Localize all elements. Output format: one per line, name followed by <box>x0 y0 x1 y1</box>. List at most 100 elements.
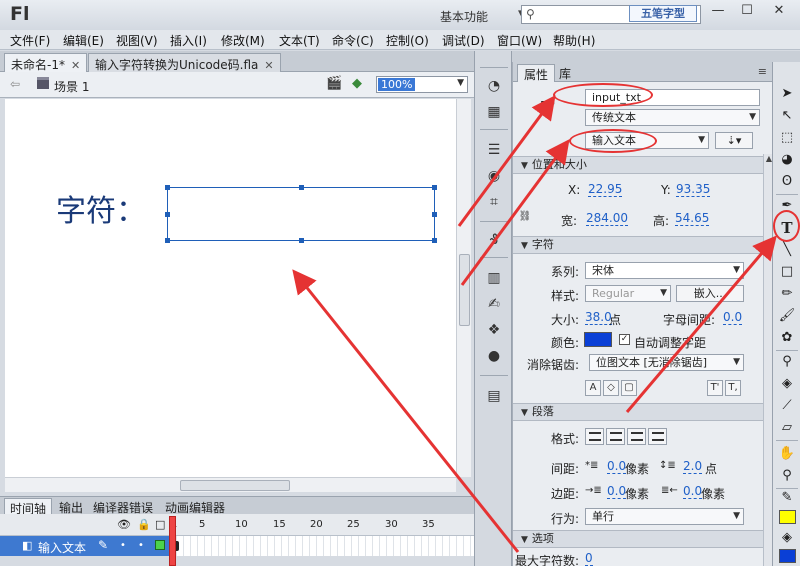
anti-alias-select[interactable]: 位图文本 [无消除锯齿] ▼ <box>589 354 744 371</box>
fill-color-icon[interactable]: ◈ <box>777 528 797 548</box>
text-color-swatch[interactable] <box>584 332 612 347</box>
color-panel-icon[interactable]: ◔ <box>485 77 503 95</box>
link-constrain-icon[interactable]: ⛓ <box>517 210 533 226</box>
panel-menu-icon[interactable]: ≡ <box>758 65 767 78</box>
resize-handle[interactable] <box>165 185 170 190</box>
deco-tool-icon[interactable]: ✿ <box>777 328 797 348</box>
eye-icon[interactable]: 👁 <box>117 518 131 531</box>
subselection-tool-icon[interactable]: ↖ <box>777 106 797 126</box>
menu-file[interactable]: 文件(F) <box>10 32 50 49</box>
resize-handle[interactable] <box>299 185 304 190</box>
options-section[interactable]: ▼ 选项 <box>513 530 763 548</box>
input-text-field[interactable] <box>165 185 437 243</box>
swatches-panel-icon[interactable]: ▦ <box>485 103 503 121</box>
minimize-button[interactable]: — <box>704 1 732 21</box>
layer-name[interactable]: 输入文本 <box>38 539 86 556</box>
close-icon[interactable]: ✕ <box>264 59 273 72</box>
components-panel-icon[interactable]: ❖ <box>485 321 503 339</box>
letter-spacing-value[interactable]: 0.0 <box>723 311 743 325</box>
align-justify-button[interactable] <box>648 428 667 445</box>
resize-handle[interactable] <box>299 238 304 243</box>
tab-unicode-fla[interactable]: 输入字符转换为Unicode码.fla ✕ <box>88 53 281 72</box>
transform-panel-icon[interactable]: ⌗ <box>485 193 503 211</box>
project-panel-icon[interactable]: ▤ <box>485 387 503 405</box>
menu-help[interactable]: 帮助(H) <box>553 32 595 49</box>
zoom-tool-icon[interactable]: ⚲ <box>777 466 797 486</box>
resize-handle[interactable] <box>165 212 170 217</box>
tab-library[interactable]: 库 <box>553 64 577 82</box>
eraser-tool-icon[interactable]: ▱ <box>777 418 797 438</box>
frame-cells[interactable] <box>170 536 474 556</box>
align-left-button[interactable] <box>585 428 604 445</box>
render-html-icon[interactable]: ◇ <box>603 380 619 396</box>
layer-cell[interactable]: ◧ 输入文本 ✎ • • <box>0 536 170 556</box>
stage-vertical-scrollbar[interactable] <box>456 99 471 477</box>
selection-tool-icon[interactable]: ➤ <box>777 84 797 104</box>
3d-rotation-tool-icon[interactable]: ◕ <box>777 150 797 170</box>
superscript-icon[interactable]: T' <box>707 380 723 396</box>
maximize-button[interactable]: ☐ <box>733 1 761 21</box>
menu-commands[interactable]: 命令(C) <box>332 32 374 49</box>
stroke-color-swatch[interactable] <box>779 510 796 524</box>
edit-scene-icon[interactable]: 🎬 <box>326 76 342 91</box>
line-tool-icon[interactable]: ╲ <box>777 240 797 260</box>
auto-kern-checkbox[interactable]: ✓ <box>619 334 630 345</box>
stage-static-text[interactable]: 字符： <box>56 186 146 230</box>
character-section[interactable]: ▼ 字符 <box>513 236 763 254</box>
bone-tool-icon[interactable]: ⚲ <box>777 352 797 372</box>
menu-insert[interactable]: 插入(I) <box>170 32 207 49</box>
indent-value[interactable]: 0.0 <box>607 460 627 474</box>
menu-view[interactable]: 视图(V) <box>116 32 158 49</box>
menu-window[interactable]: 窗口(W) <box>497 32 542 49</box>
tab-untitled[interactable]: 未命名-1* ✕ <box>4 53 88 72</box>
timeline-layer-row[interactable]: ◧ 输入文本 ✎ • • <box>0 536 474 556</box>
workspace-switcher[interactable]: 基本功能 <box>440 8 488 25</box>
menu-debug[interactable]: 调试(D) <box>442 32 485 49</box>
font-style-select[interactable]: Regular ▼ <box>585 285 671 302</box>
behavior-select[interactable]: 单行 ▼ <box>585 508 744 525</box>
library-panel-icon[interactable]: ▥ <box>485 269 503 287</box>
tab-motion-editor[interactable]: 动画编辑器 <box>160 498 230 515</box>
playhead[interactable] <box>169 516 176 566</box>
lasso-tool-icon[interactable]: ʘ <box>777 172 797 192</box>
tab-timeline[interactable]: 时间轴 <box>4 498 53 516</box>
eyedropper-tool-icon[interactable]: ⟋ <box>777 396 797 416</box>
stroke-color-icon[interactable]: ✎ <box>777 488 797 508</box>
scene-label[interactable]: 场景 1 <box>54 78 89 95</box>
scrollbar-thumb[interactable] <box>459 254 470 326</box>
resize-handle[interactable] <box>432 212 437 217</box>
hand-tool-icon[interactable]: ✋ <box>777 444 797 464</box>
pencil-tool-icon[interactable]: ✏ <box>777 284 797 304</box>
close-icon[interactable]: ✕ <box>71 59 80 72</box>
text-orientation-button[interactable]: ⇣▾ <box>715 132 753 149</box>
stage-canvas[interactable]: 字符： <box>5 99 456 477</box>
close-button[interactable]: ✕ <box>764 1 794 21</box>
text-engine-select[interactable]: 传统文本 ▼ <box>585 109 760 126</box>
right-margin-value[interactable]: 0.0 <box>683 485 703 499</box>
align-center-button[interactable] <box>606 428 625 445</box>
visibility-dot[interactable]: • <box>120 540 126 551</box>
brush-tool-icon[interactable]: 🖌 <box>777 306 797 326</box>
info-panel-icon[interactable]: ◉ <box>485 167 503 185</box>
motion-presets-icon[interactable]: ● <box>485 347 503 365</box>
lock-dot[interactable]: • <box>138 540 144 551</box>
align-panel-icon[interactable]: ☰ <box>485 141 503 159</box>
fill-color-swatch[interactable] <box>779 549 796 563</box>
menu-text[interactable]: 文本(T) <box>279 32 320 49</box>
size-value[interactable]: 38.0 <box>585 311 612 325</box>
lock-icon[interactable]: 🔒 <box>137 518 151 531</box>
menu-edit[interactable]: 编辑(E) <box>63 32 104 49</box>
subscript-icon[interactable]: T, <box>725 380 741 396</box>
x-value[interactable]: 22.95 <box>588 183 623 197</box>
paragraph-section[interactable]: ▼ 段落 <box>513 403 763 421</box>
tab-compiler-errors[interactable]: 编译器错误 <box>88 498 158 515</box>
line-spacing-value[interactable]: 2.0 <box>683 460 703 474</box>
tab-output[interactable]: 输出 <box>54 498 88 515</box>
y-value[interactable]: 93.35 <box>676 183 711 197</box>
outline-icon[interactable]: □ <box>155 518 165 531</box>
actions-panel-icon[interactable]: ✍ <box>485 295 503 313</box>
back-arrow-icon[interactable]: ⇦ <box>10 77 20 91</box>
show-border-icon[interactable]: ▢ <box>621 380 637 396</box>
resize-handle[interactable] <box>432 185 437 190</box>
left-margin-value[interactable]: 0.0 <box>607 485 627 499</box>
